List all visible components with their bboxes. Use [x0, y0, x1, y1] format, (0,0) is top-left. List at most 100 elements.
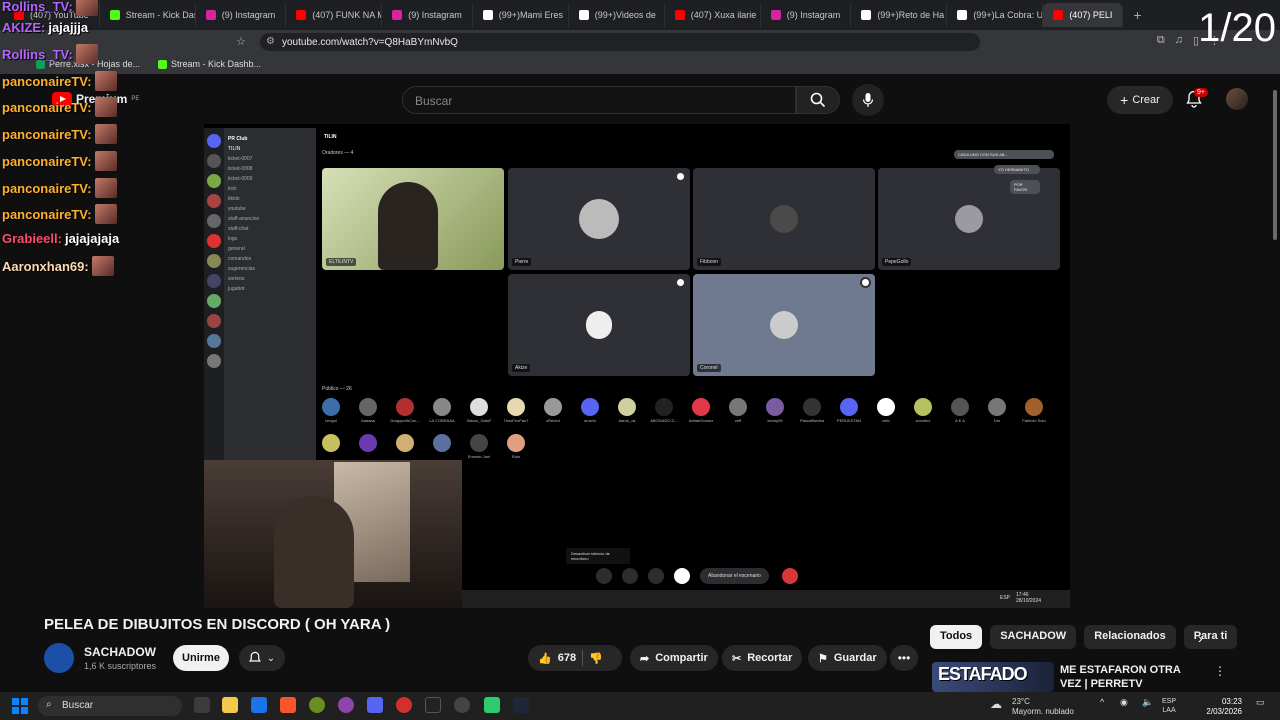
discord-channel[interactable]: ticket-0007	[228, 156, 312, 162]
discord-channel[interactable]: kick	[228, 186, 312, 192]
leave-stage-button[interactable]: Abandonar el escenario	[700, 568, 769, 584]
audience-avatar[interactable]	[581, 398, 599, 416]
subscription-bell-button[interactable]: ⌄	[239, 645, 285, 671]
thumbs-down-icon[interactable]: 👎	[589, 652, 603, 665]
speaker-tile[interactable]: Akize	[508, 274, 690, 376]
bookmark-icon[interactable]: ☆	[236, 35, 246, 48]
like-count[interactable]: 678	[558, 652, 576, 664]
voice-search-button[interactable]	[852, 84, 884, 116]
extensions-icon[interactable]: ⧉	[1157, 34, 1165, 47]
obs-icon[interactable]	[454, 697, 470, 713]
discord-channel[interactable]: youtube	[228, 206, 312, 212]
youtube-logo[interactable]: Premium PE	[52, 92, 139, 106]
filter-chip[interactable]: SACHADOW	[990, 625, 1077, 649]
system-clock[interactable]: 03:23 2/03/2026	[1200, 697, 1242, 717]
audience-avatar[interactable]	[1025, 398, 1043, 416]
app-icon[interactable]	[338, 697, 354, 713]
browser-tab[interactable]: (407) FUNK NA M	[286, 3, 383, 27]
server-icon[interactable]	[207, 314, 221, 328]
discord-channel[interactable]: comandos	[228, 256, 312, 262]
terminal-icon[interactable]	[425, 697, 441, 713]
site-info-icon[interactable]: ⚙	[266, 36, 275, 47]
server-icon[interactable]	[207, 294, 221, 308]
server-icon[interactable]	[207, 174, 221, 188]
browser-tab[interactable]: (9) Instagram	[382, 3, 473, 27]
search-input[interactable]: Buscar	[402, 86, 796, 114]
server-icon[interactable]	[207, 234, 221, 248]
video-player[interactable]: PR Club TILIN ticket-0007 ticket-0008 tick…	[204, 124, 1070, 608]
server-icon[interactable]	[207, 214, 221, 228]
bookmark-kick[interactable]: Stream - Kick Dashb...	[158, 59, 261, 69]
discord-channel[interactable]: general	[228, 246, 312, 252]
filter-chip[interactable]: Todos	[930, 625, 983, 649]
server-icon[interactable]	[207, 274, 221, 288]
windows-start-icon[interactable]	[12, 698, 28, 714]
audience-avatar[interactable]	[803, 398, 821, 416]
app-icon[interactable]	[309, 697, 325, 713]
hand-raise-button[interactable]	[622, 568, 638, 584]
speaker-tile[interactable]: Coronel	[693, 274, 875, 376]
audience-avatar[interactable]	[359, 434, 377, 452]
audience-avatar[interactable]	[655, 398, 673, 416]
task-view-icon[interactable]	[194, 697, 210, 713]
browser-tab[interactable]: Stream - Kick Das	[100, 3, 196, 27]
speaker-tile[interactable]: ELTILINTV	[322, 168, 504, 270]
audience-avatar[interactable]	[914, 398, 932, 416]
audience-avatar[interactable]	[766, 398, 784, 416]
chevron-right-icon[interactable]: ›	[1198, 630, 1203, 646]
browser-tab[interactable]: (99+)Reto de Ha	[851, 3, 948, 27]
server-icon[interactable]	[207, 354, 221, 368]
search-button[interactable]	[796, 86, 840, 114]
screen-share-button[interactable]	[648, 568, 664, 584]
page-scrollbar[interactable]	[1273, 90, 1277, 240]
kebab-menu-icon[interactable]: ⋮	[1214, 664, 1226, 678]
audience-avatar[interactable]	[840, 398, 858, 416]
mic-toggle-button[interactable]	[596, 568, 612, 584]
audience-avatar[interactable]	[988, 398, 1006, 416]
audience-avatar[interactable]	[359, 398, 377, 416]
steam-icon[interactable]	[513, 697, 529, 713]
audience-avatar[interactable]	[322, 398, 340, 416]
filter-chip[interactable]: Relacionados	[1084, 625, 1176, 649]
weather-icon[interactable]: ☁	[990, 697, 1002, 711]
server-icon[interactable]	[207, 154, 221, 168]
media-icon[interactable]: ♫	[1175, 34, 1183, 47]
edge-icon[interactable]	[251, 697, 267, 713]
discord-channel[interactable]: sorteos	[228, 276, 312, 282]
more-actions-button[interactable]: •••	[890, 645, 918, 671]
audience-avatar[interactable]	[507, 398, 525, 416]
audience-avatar[interactable]	[396, 398, 414, 416]
audience-avatar[interactable]	[729, 398, 747, 416]
recommendation-title[interactable]: ME ESTAFARON OTRA VEZ | PERRETV	[1060, 663, 1200, 691]
browser-tab[interactable]: (407) PELI	[1043, 3, 1124, 27]
clip-button[interactable]: ✂ Recortar	[722, 645, 803, 671]
discord-icon[interactable]	[367, 697, 383, 713]
browser-tab[interactable]: (407) Xuxa ilarie	[665, 3, 761, 27]
volume-icon[interactable]: 🔈	[1142, 697, 1153, 708]
server-icon[interactable]	[207, 254, 221, 268]
browser-tab[interactable]: (407) YouTube	[4, 3, 100, 27]
bookmark-sheets[interactable]: Perre.xlsx - Hojas de...	[36, 59, 140, 69]
chevron-up-icon[interactable]: ^	[1100, 697, 1104, 707]
audience-avatar[interactable]	[322, 434, 340, 452]
disconnect-button[interactable]	[782, 568, 798, 584]
url-field[interactable]: ⚙ youtube.com/watch?v=Q8HaBYmNvbQ	[260, 33, 980, 51]
thumbs-up-icon[interactable]: 👍	[538, 652, 552, 665]
browser-tab[interactable]: (99+)Mami Eres	[473, 3, 569, 27]
browser-tab[interactable]: (99+)La Cobra: U	[947, 3, 1044, 27]
filter-chip[interactable]: Para ti	[1183, 625, 1238, 649]
notification-center-icon[interactable]: ▭	[1256, 697, 1265, 708]
file-explorer-icon[interactable]	[222, 697, 238, 713]
discord-channel[interactable]: staff-anuncios	[228, 216, 312, 222]
server-icon[interactable]	[207, 194, 221, 208]
channel-name[interactable]: SACHADOW	[84, 645, 156, 659]
server-icon[interactable]	[207, 334, 221, 348]
network-icon[interactable]: ◉	[1120, 697, 1128, 708]
audience-avatar[interactable]	[470, 398, 488, 416]
taskbar-search[interactable]: ⌕ Buscar	[38, 696, 182, 716]
audience-avatar[interactable]	[692, 398, 710, 416]
discord-channel[interactable]: staff-chat	[228, 226, 312, 232]
server-icon[interactable]	[207, 134, 221, 148]
audience-avatar[interactable]	[544, 398, 562, 416]
recommendation-thumbnail[interactable]: ESTAFADO	[932, 662, 1054, 692]
